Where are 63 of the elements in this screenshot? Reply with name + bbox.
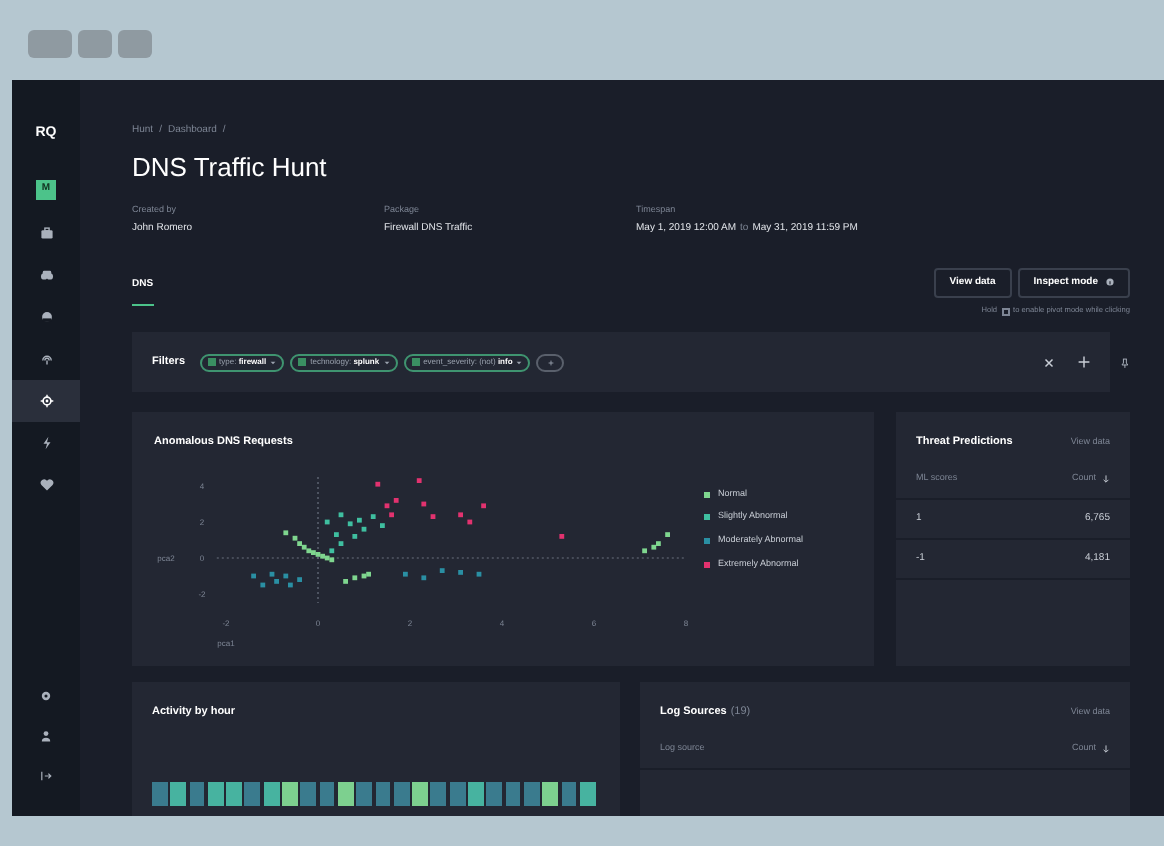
data-point: [334, 531, 339, 537]
radar-icon: [39, 351, 53, 365]
data-point: [375, 481, 381, 486]
plus-icon: [547, 359, 554, 366]
data-point: [251, 573, 256, 578]
data-point: [361, 526, 367, 531]
data-point: [343, 578, 348, 584]
sidebar-item[interactable]: [12, 379, 80, 421]
data-point: [338, 511, 344, 517]
data-point: [665, 531, 670, 537]
data-point: [481, 502, 486, 508]
data-point: [458, 511, 463, 517]
data-point: [260, 582, 266, 587]
data-point: [476, 571, 482, 576]
data-point: [439, 567, 445, 573]
data-point: [559, 533, 565, 539]
data-point: [347, 520, 353, 526]
data-point: [380, 522, 385, 528]
chip-checkbox[interactable]: [411, 358, 420, 367]
data-point: [421, 501, 427, 506]
add-filter-button[interactable]: [536, 353, 565, 372]
briefcase-icon: [39, 225, 53, 239]
binoculars-icon: [39, 267, 53, 281]
logout-icon[interactable]: [40, 770, 52, 782]
caret-icon: [516, 359, 523, 366]
plus-icon[interactable]: [1078, 356, 1091, 369]
pin-icon[interactable]: [1120, 355, 1130, 370]
chip-checkbox[interactable]: [207, 358, 216, 367]
data-point: [467, 519, 473, 524]
data-point: [416, 477, 422, 483]
close-icon[interactable]: [1044, 357, 1055, 368]
data-point: [642, 547, 647, 553]
settings-icon[interactable]: [40, 690, 52, 702]
data-point: [352, 533, 358, 539]
bolt-icon: [39, 435, 53, 449]
sort-arrow-icon[interactable]: [1102, 473, 1110, 484]
data-point: [389, 511, 394, 517]
data-point: [458, 569, 463, 575]
cloud-icon: [39, 309, 53, 323]
data-point: [283, 529, 289, 535]
data-point: [403, 571, 408, 576]
data-point: [421, 574, 427, 580]
data-point: [283, 573, 289, 578]
data-point: [393, 497, 399, 503]
caret-icon: [383, 359, 390, 366]
data-point: [324, 519, 330, 524]
data-point: [288, 582, 293, 587]
page-title: DNS Traffic Hunt: [132, 151, 329, 183]
user-icon[interactable]: [40, 730, 52, 742]
data-point: [370, 513, 376, 519]
data-point: [430, 513, 436, 519]
data-point: [338, 540, 344, 546]
heart-icon: [39, 477, 53, 491]
info-icon: [1106, 278, 1114, 287]
key-icon: [1001, 307, 1010, 316]
data-point: [297, 576, 302, 582]
data-point: [352, 574, 358, 580]
data-point: [384, 502, 390, 508]
sort-arrow-icon[interactable]: [1102, 743, 1110, 754]
caret-icon: [270, 359, 277, 366]
data-point: [357, 517, 362, 522]
crosshair-icon: [39, 393, 53, 407]
chip-checkbox[interactable]: [298, 358, 307, 367]
